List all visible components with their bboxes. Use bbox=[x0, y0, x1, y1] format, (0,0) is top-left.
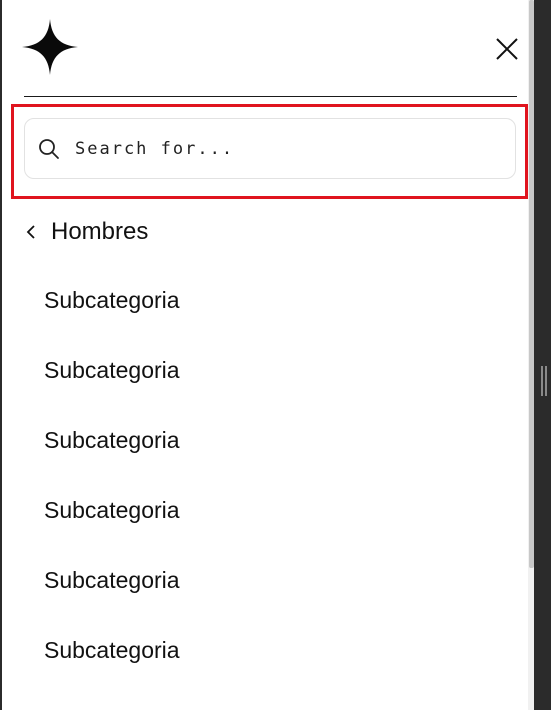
subcategory-item[interactable]: Subcategoria bbox=[44, 282, 180, 352]
subcategory-item[interactable]: Subcategoria bbox=[44, 562, 180, 632]
chevron-left-icon bbox=[26, 225, 35, 239]
scrollbar-thumb[interactable] bbox=[529, 0, 534, 568]
grip-line bbox=[545, 366, 547, 396]
mobile-menu-panel: Hombres Subcategoria Subcategoria Subcat… bbox=[2, 0, 534, 710]
back-to-hombres-button[interactable]: Hombres bbox=[24, 214, 148, 250]
subcategory-item[interactable]: Subcategoria bbox=[44, 422, 180, 492]
subcategory-item[interactable]: Subcategoria bbox=[44, 352, 180, 422]
subcategory-item[interactable]: Subcategoria bbox=[44, 632, 180, 702]
subcategory-item[interactable]: Subcategoria bbox=[44, 492, 180, 562]
subcategory-list: Subcategoria Subcategoria Subcategoria S… bbox=[44, 282, 180, 702]
search-highlight-box bbox=[11, 104, 528, 199]
category-title: Hombres bbox=[51, 218, 149, 245]
grip-line bbox=[541, 366, 543, 396]
close-icon[interactable] bbox=[494, 36, 520, 62]
resize-handle[interactable] bbox=[541, 366, 547, 396]
header-divider bbox=[24, 96, 517, 97]
four-point-star-icon bbox=[22, 19, 78, 75]
